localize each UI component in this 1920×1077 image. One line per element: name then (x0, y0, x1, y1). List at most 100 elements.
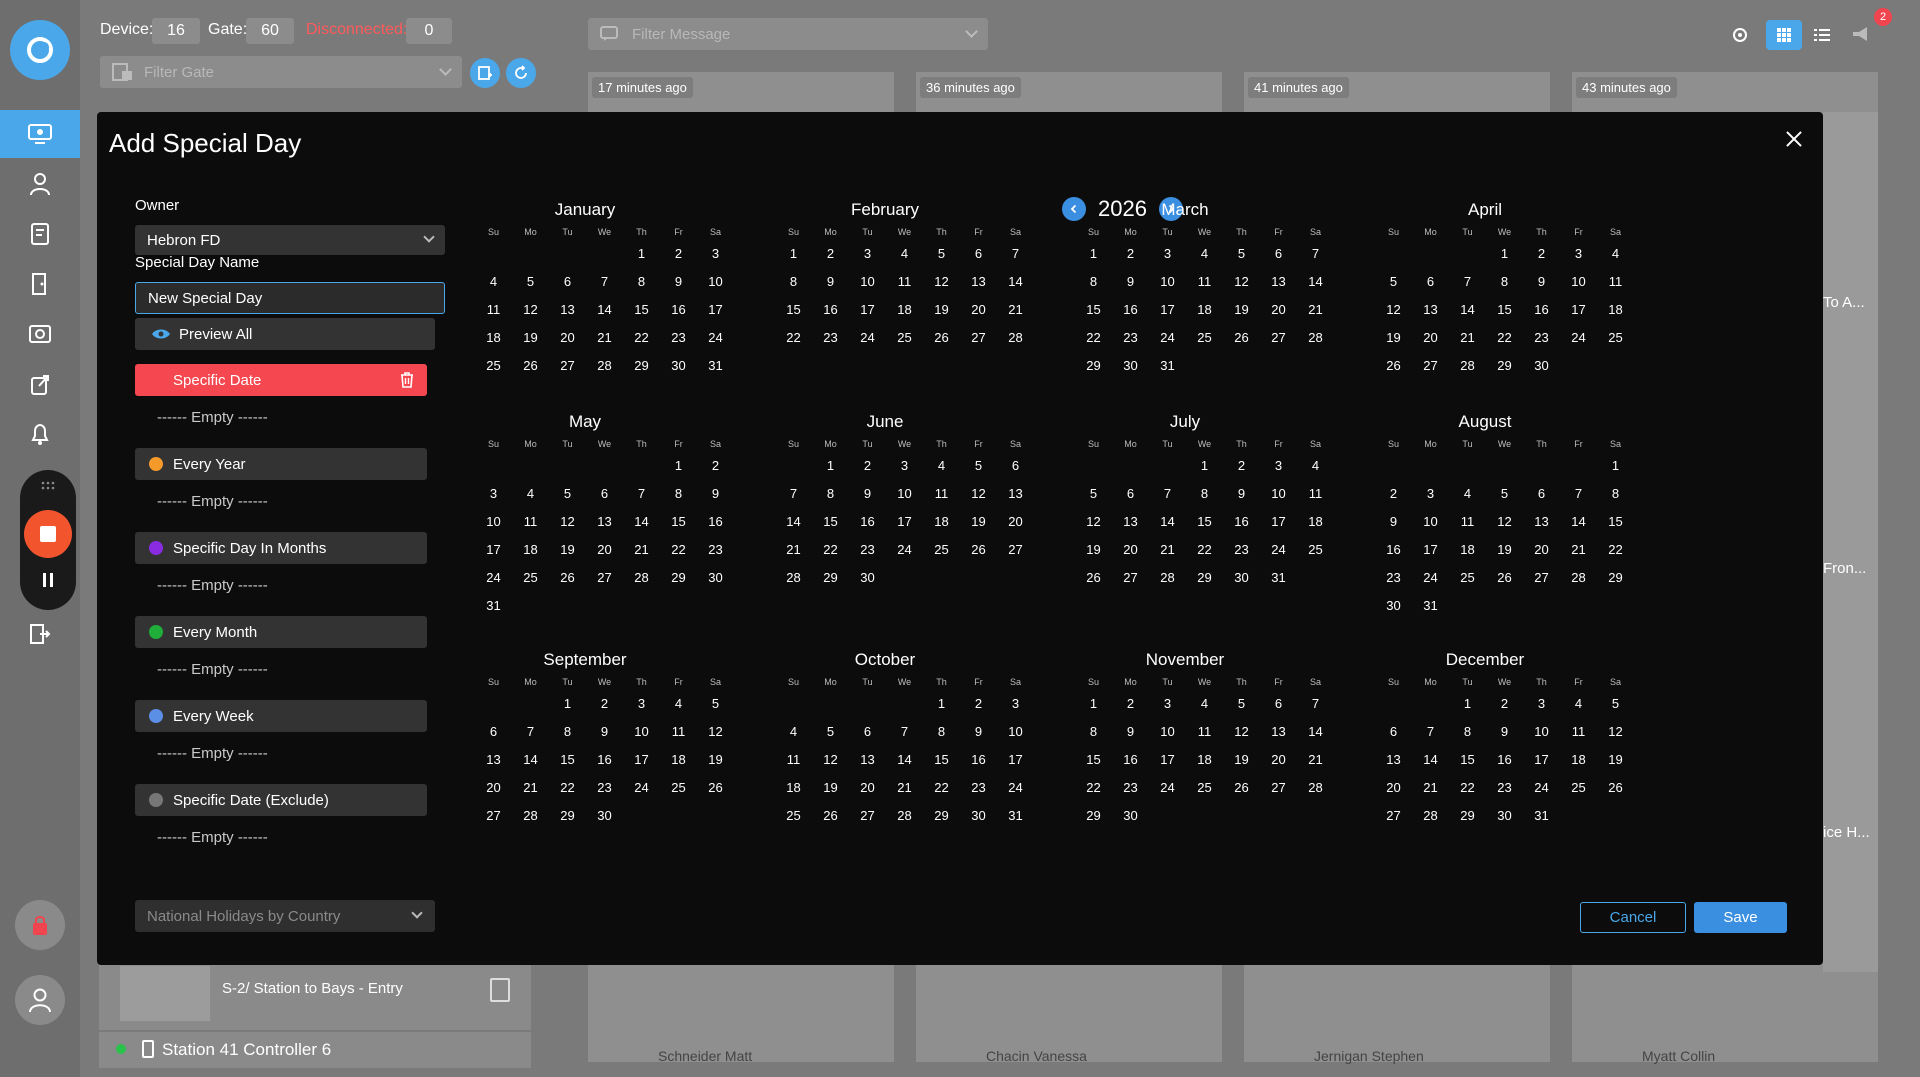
day-cell[interactable]: 17 (475, 536, 512, 564)
day-cell[interactable]: 24 (697, 324, 734, 352)
day-cell[interactable]: 29 (1186, 564, 1223, 592)
day-cell[interactable]: 10 (886, 480, 923, 508)
day-cell[interactable]: 7 (1560, 480, 1597, 508)
day-cell[interactable]: 6 (1375, 718, 1412, 746)
day-cell[interactable]: 14 (512, 746, 549, 774)
day-cell[interactable]: 27 (849, 802, 886, 830)
day-cell[interactable]: 14 (1449, 296, 1486, 324)
day-cell[interactable]: 11 (886, 268, 923, 296)
day-cell[interactable]: 30 (849, 564, 886, 592)
day-cell[interactable]: 3 (1260, 452, 1297, 480)
day-cell[interactable]: 5 (960, 452, 997, 480)
day-cell[interactable]: 10 (997, 718, 1034, 746)
day-cell[interactable]: 25 (775, 802, 812, 830)
day-cell[interactable]: 15 (1075, 746, 1112, 774)
day-cell[interactable]: 9 (1112, 718, 1149, 746)
day-cell[interactable]: 30 (1112, 352, 1149, 380)
day-cell[interactable]: 14 (623, 508, 660, 536)
day-cell[interactable]: 27 (960, 324, 997, 352)
day-cell[interactable]: 25 (1186, 774, 1223, 802)
day-cell[interactable]: 28 (1412, 802, 1449, 830)
day-cell[interactable]: 11 (1297, 480, 1334, 508)
day-cell[interactable]: 2 (697, 452, 734, 480)
day-cell[interactable]: 31 (997, 802, 1034, 830)
day-cell[interactable]: 11 (1597, 268, 1634, 296)
national-holidays-select[interactable]: National Holidays by Country (135, 900, 435, 932)
day-cell[interactable]: 31 (475, 592, 512, 620)
day-cell[interactable]: 20 (549, 324, 586, 352)
nav-export-icon[interactable] (0, 360, 80, 408)
day-cell[interactable]: 27 (1260, 324, 1297, 352)
day-cell[interactable]: 7 (1297, 240, 1334, 268)
day-cell[interactable]: 13 (1112, 508, 1149, 536)
day-cell[interactable]: 23 (1523, 324, 1560, 352)
day-cell[interactable]: 13 (1523, 508, 1560, 536)
list-view-icon[interactable] (1804, 20, 1840, 50)
day-cell[interactable]: 19 (1486, 536, 1523, 564)
day-cell[interactable]: 1 (1449, 690, 1486, 718)
day-cell[interactable]: 22 (1597, 536, 1634, 564)
day-cell[interactable]: 9 (812, 268, 849, 296)
day-cell[interactable]: 12 (960, 480, 997, 508)
day-cell[interactable]: 10 (1149, 268, 1186, 296)
day-cell[interactable]: 26 (549, 564, 586, 592)
day-cell[interactable]: 30 (1223, 564, 1260, 592)
day-cell[interactable]: 27 (549, 352, 586, 380)
day-cell[interactable]: 5 (1223, 240, 1260, 268)
day-cell[interactable]: 5 (549, 480, 586, 508)
day-cell[interactable]: 23 (1223, 536, 1260, 564)
day-cell[interactable]: 18 (1597, 296, 1634, 324)
day-cell[interactable]: 20 (475, 774, 512, 802)
day-cell[interactable]: 29 (1449, 802, 1486, 830)
day-cell[interactable]: 24 (475, 564, 512, 592)
day-cell[interactable]: 11 (1186, 718, 1223, 746)
day-cell[interactable]: 24 (1149, 774, 1186, 802)
day-cell[interactable]: 31 (1260, 564, 1297, 592)
day-cell[interactable]: 12 (923, 268, 960, 296)
day-cell[interactable]: 2 (849, 452, 886, 480)
day-cell[interactable]: 29 (923, 802, 960, 830)
day-cell[interactable]: 19 (1375, 324, 1412, 352)
day-cell[interactable]: 7 (623, 480, 660, 508)
day-cell[interactable]: 5 (697, 690, 734, 718)
day-cell[interactable]: 14 (1297, 718, 1334, 746)
day-cell[interactable]: 25 (1597, 324, 1634, 352)
special-day-name-input[interactable] (135, 282, 445, 314)
day-cell[interactable]: 6 (549, 268, 586, 296)
nav-monitor-icon[interactable] (0, 110, 80, 158)
day-cell[interactable]: 31 (1523, 802, 1560, 830)
day-cell[interactable]: 15 (1449, 746, 1486, 774)
day-cell[interactable]: 25 (512, 564, 549, 592)
day-cell[interactable]: 29 (549, 802, 586, 830)
filter-message-select[interactable]: Filter Message (588, 18, 988, 50)
day-cell[interactable]: 30 (960, 802, 997, 830)
day-cell[interactable]: 26 (1597, 774, 1634, 802)
day-cell[interactable]: 1 (1597, 452, 1634, 480)
day-cell[interactable]: 2 (586, 690, 623, 718)
day-cell[interactable]: 10 (475, 508, 512, 536)
day-cell[interactable]: 4 (1297, 452, 1334, 480)
day-cell[interactable]: 19 (1075, 536, 1112, 564)
day-cell[interactable]: 9 (1223, 480, 1260, 508)
day-cell[interactable]: 21 (1297, 746, 1334, 774)
day-cell[interactable]: 1 (1075, 690, 1112, 718)
nav-report-icon[interactable] (0, 210, 80, 258)
nav-door-icon[interactable] (0, 260, 80, 308)
day-cell[interactable]: 21 (1412, 774, 1449, 802)
day-cell[interactable]: 10 (1149, 718, 1186, 746)
day-cell[interactable]: 8 (1486, 268, 1523, 296)
day-cell[interactable]: 1 (660, 452, 697, 480)
day-cell[interactable]: 28 (775, 564, 812, 592)
day-cell[interactable]: 6 (849, 718, 886, 746)
day-cell[interactable]: 12 (549, 508, 586, 536)
day-cell[interactable]: 14 (1412, 746, 1449, 774)
preview-all-button[interactable]: Preview All (135, 318, 435, 350)
day-cell[interactable]: 26 (1075, 564, 1112, 592)
day-cell[interactable]: 7 (586, 268, 623, 296)
day-cell[interactable]: 17 (623, 746, 660, 774)
day-cell[interactable]: 25 (886, 324, 923, 352)
day-cell[interactable]: 5 (812, 718, 849, 746)
day-cell[interactable]: 13 (997, 480, 1034, 508)
day-cell[interactable]: 3 (1560, 240, 1597, 268)
day-cell[interactable]: 24 (1412, 564, 1449, 592)
